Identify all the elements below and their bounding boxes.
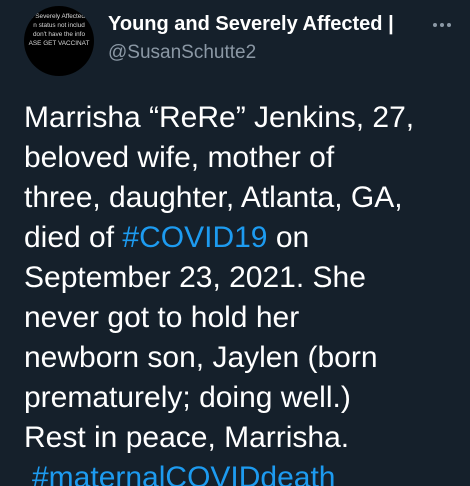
tweet-text-segment: died of <box>24 221 123 254</box>
tweet-line: September 23, 2021. She <box>24 261 366 294</box>
display-name[interactable]: Young and Severely Affected | <box>108 12 394 36</box>
avatar[interactable]: n Severely Affected i n status not inclu… <box>24 6 94 76</box>
avatar-text-line: n status not includ <box>33 22 85 29</box>
hashtag-link-covid19[interactable]: #COVID19 <box>122 221 267 254</box>
tweet-card: n Severely Affected i n status not inclu… <box>0 0 470 486</box>
tweet-line: prematurely; doing well.) <box>24 381 351 414</box>
more-horizontal-icon <box>433 23 437 27</box>
avatar-text: n Severely Affected i n status not inclu… <box>24 12 94 48</box>
tweet-line: Marrisha “ReRe” Jenkins, 27, <box>24 101 415 134</box>
more-horizontal-icon <box>440 23 444 27</box>
tweet-line: never got to hold her <box>24 301 300 334</box>
tweet-text: Marrisha “ReRe” Jenkins, 27, beloved wif… <box>24 98 468 486</box>
tweet-line: #maternalCOVIDdeath <box>24 458 468 486</box>
more-horizontal-icon <box>447 23 451 27</box>
user-handle[interactable]: @SusanSchutte2 <box>108 41 256 65</box>
tweet-text-segment: on <box>267 221 310 254</box>
tweet-line: beloved wife, mother of <box>24 141 335 174</box>
hashtag-link-maternal-covid-death[interactable]: #maternalCOVIDdeath <box>32 461 336 486</box>
avatar-text-line: n Severely Affected i <box>29 13 89 20</box>
tweet-line: Rest in peace, Marrisha. <box>24 421 350 454</box>
avatar-text-line: ASE GET VACCINAT <box>28 40 90 47</box>
more-options-button[interactable] <box>424 12 460 38</box>
tweet-line: three, daughter, Atlanta, GA, <box>24 181 403 214</box>
tweet-line: newborn son, Jaylen (born <box>24 341 378 374</box>
tweet-line: died of #COVID19 on <box>24 218 468 258</box>
avatar-text-line: don't have the info <box>32 31 86 38</box>
